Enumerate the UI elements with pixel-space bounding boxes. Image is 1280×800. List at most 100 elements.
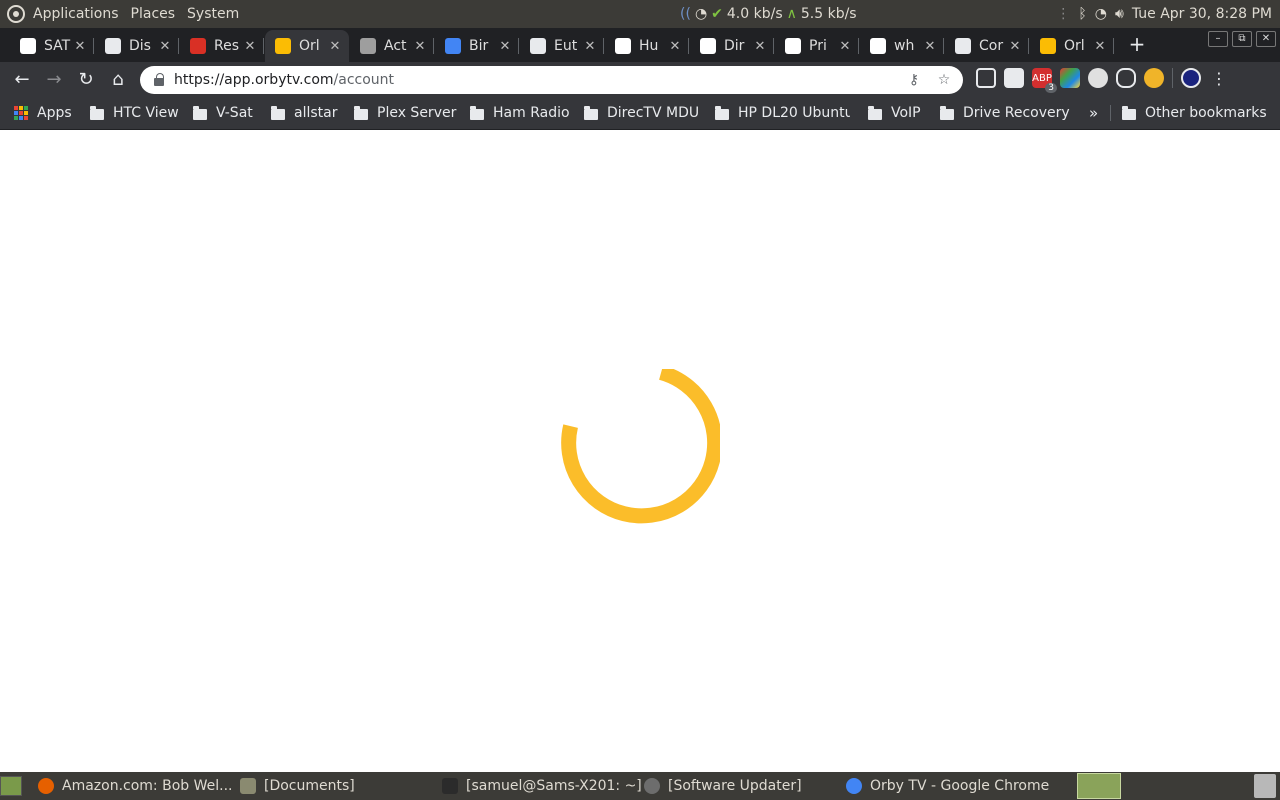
new-tab-button[interactable]: +: [1126, 34, 1148, 56]
tab-close-icon[interactable]: ✕: [1007, 39, 1023, 54]
tab-close-icon[interactable]: ✕: [922, 39, 938, 54]
trash-icon[interactable]: [1254, 774, 1276, 798]
tab-close-icon[interactable]: ✕: [667, 39, 683, 54]
bookmark-folder[interactable]: Drive Recovery: [940, 98, 1070, 128]
bookmark-label: Ham Radio: [493, 105, 570, 121]
tab-close-icon[interactable]: ✕: [327, 39, 343, 54]
tab-separator: [603, 38, 604, 54]
extension-sheet-icon[interactable]: [1004, 68, 1024, 88]
tab-separator: [773, 38, 774, 54]
reload-icon[interactable]: ↻: [74, 68, 98, 92]
tab-close-icon[interactable]: ✕: [752, 39, 768, 54]
bookmark-folder[interactable]: VoIP: [868, 98, 921, 128]
applications-menu[interactable]: Applications: [33, 6, 119, 22]
folder-icon: [470, 105, 484, 120]
browser-tab[interactable]: wh ✕: [860, 30, 944, 62]
tab-title: Dis: [129, 38, 151, 54]
clock[interactable]: Tue Apr 30, 8:28 PM: [1132, 6, 1272, 22]
bookmark-folder[interactable]: Ham Radio: [470, 98, 570, 128]
browser-tab[interactable]: Dir ✕: [690, 30, 774, 62]
browser-tab[interactable]: Dis ✕: [95, 30, 179, 62]
folder-icon: [584, 105, 598, 120]
url-text[interactable]: https://app.orbytv.com/account: [174, 72, 903, 88]
tab-close-icon[interactable]: ✕: [1092, 39, 1108, 54]
bookmarks-overflow-chevron[interactable]: »: [1089, 98, 1098, 128]
places-menu[interactable]: Places: [131, 6, 176, 22]
browser-tab[interactable]: Bir ✕: [435, 30, 519, 62]
browser-tab[interactable]: Res ✕: [180, 30, 264, 62]
workspace-switcher[interactable]: [1077, 773, 1121, 799]
wifi-icon[interactable]: ◔: [1095, 6, 1107, 22]
bookmark-folder[interactable]: HP DL20 Ubuntu: [715, 98, 850, 128]
bookmark-folder[interactable]: allstar: [271, 98, 337, 128]
folder-icon: [271, 105, 285, 120]
taskbar-item[interactable]: [Software Updater]: [644, 772, 802, 800]
tab-separator: [178, 38, 179, 54]
forward-arrow-icon[interactable]: →: [42, 68, 66, 92]
browser-tab[interactable]: Eut ✕: [520, 30, 604, 62]
gmail-icon: [190, 38, 206, 54]
address-bar[interactable]: https://app.orbytv.com/account ⚷ ☆: [140, 66, 963, 94]
network-monitor[interactable]: (( ◔ ✔ 4.0 kb/s ∧ 5.5 kb/s: [680, 0, 857, 28]
taskbar-item[interactable]: Orby TV - Google Chrome: [846, 772, 1049, 800]
tab-close-icon[interactable]: ✕: [837, 39, 853, 54]
chrome-menu-icon[interactable]: ⋮: [1209, 68, 1229, 88]
profile-avatar[interactable]: [1181, 68, 1201, 88]
tab-close-icon[interactable]: ✕: [72, 39, 88, 54]
taskbar-item-label: Amazon.com: Bob Wel...: [62, 778, 233, 794]
extension-coin-icon[interactable]: [1144, 68, 1164, 88]
tab-separator: [518, 38, 519, 54]
tab-title: Eut: [554, 38, 578, 54]
wikipedia-icon: [700, 38, 716, 54]
bookmark-star-icon[interactable]: ☆: [933, 72, 955, 88]
loading-spinner: [561, 369, 720, 524]
tab-close-icon[interactable]: ✕: [242, 39, 258, 54]
show-desktop-icon[interactable]: [0, 776, 22, 796]
system-menu[interactable]: System: [187, 6, 239, 22]
orby-icon: [1040, 38, 1056, 54]
extension-circle-icon[interactable]: [1088, 68, 1108, 88]
bookmark-folder[interactable]: Plex Server: [354, 98, 456, 128]
bookmark-other[interactable]: Other bookmarks: [1122, 98, 1267, 128]
lock-icon[interactable]: [154, 73, 164, 86]
browser-tab[interactable]: Orl ✕: [265, 30, 349, 62]
browser-tab[interactable]: Orl ✕: [1030, 30, 1114, 62]
extension-link-icon[interactable]: [1116, 68, 1136, 88]
apps-grid-icon: [14, 106, 28, 120]
tab-close-icon[interactable]: ✕: [157, 39, 173, 54]
bluetooth-icon[interactable]: ᛒ: [1078, 6, 1086, 22]
url-path: /account: [333, 72, 395, 88]
taskbar-item[interactable]: Amazon.com: Bob Wel...: [38, 772, 232, 800]
key-icon[interactable]: ⚷: [903, 72, 925, 88]
back-arrow-icon[interactable]: ←: [10, 68, 34, 92]
tab-separator: [858, 38, 859, 54]
tab-close-icon[interactable]: ✕: [497, 39, 513, 54]
page-icon: [530, 38, 546, 54]
maximize-icon[interactable]: ⧉: [1232, 31, 1252, 47]
browser-tab[interactable]: Pri ✕: [775, 30, 859, 62]
minimize-icon[interactable]: –: [1208, 31, 1228, 47]
browser-tab[interactable]: SAT ✕: [10, 30, 94, 62]
wikipedia-icon: [615, 38, 631, 54]
taskbar-item[interactable]: [samuel@Sams-X201: ~]: [442, 772, 642, 800]
volume-icon[interactable]: 🔊︎: [1115, 6, 1124, 22]
bookmark-apps[interactable]: Apps: [14, 98, 72, 128]
browser-tab[interactable]: Hu ✕: [605, 30, 689, 62]
bird-icon: [445, 38, 461, 54]
extension-color-icon[interactable]: [1060, 68, 1080, 88]
tab-close-icon[interactable]: ✕: [582, 39, 598, 54]
ubuntu-logo-icon[interactable]: [7, 5, 25, 23]
bookmark-folder[interactable]: V-Sat: [193, 98, 253, 128]
close-window-icon[interactable]: ✕: [1256, 31, 1276, 47]
bookmark-folder[interactable]: HTC View: [90, 98, 179, 128]
taskbar-item[interactable]: [Documents]: [240, 772, 355, 800]
browser-tab[interactable]: Act ✕: [350, 30, 434, 62]
bookmark-folder[interactable]: DirecTV MDU: [584, 98, 699, 128]
home-icon[interactable]: ⌂: [106, 68, 130, 92]
tab-close-icon[interactable]: ✕: [412, 39, 428, 54]
wikipedia-icon: [785, 38, 801, 54]
adblock-icon[interactable]: ABP 3: [1032, 68, 1057, 93]
extension-glasses-icon[interactable]: [976, 68, 996, 88]
taskbar-item-label: [Software Updater]: [668, 778, 802, 794]
browser-tab[interactable]: Cor ✕: [945, 30, 1029, 62]
